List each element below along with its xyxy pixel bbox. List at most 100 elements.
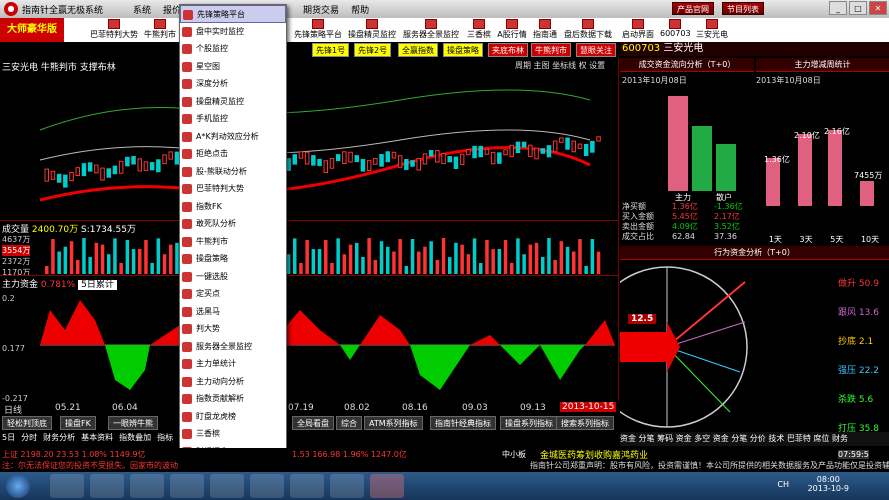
menu-item[interactable]: 一键选股: [180, 268, 286, 286]
menu-item[interactable]: 操盘精灵监控: [180, 93, 286, 111]
menu-item[interactable]: 指数贡献解析: [180, 390, 286, 408]
tab-search[interactable]: 搜索系列指标: [556, 416, 614, 430]
chart-app-icon[interactable]: [330, 474, 364, 498]
flow-panel-title: 成交资金流向分析（T+0）: [620, 58, 754, 72]
bollinger-button[interactable]: 夹底布林: [488, 43, 528, 57]
menu-item-label: 判大势: [196, 324, 220, 333]
menu-item[interactable]: 深度分析: [180, 75, 286, 93]
link-indicators[interactable]: 指标: [157, 432, 173, 443]
media-player-icon[interactable]: [170, 474, 204, 498]
close-icon[interactable]: ✕: [869, 1, 887, 15]
menu-system[interactable]: 系统: [133, 3, 151, 16]
weekly-value: 2.10亿: [794, 131, 820, 140]
menu-item[interactable]: 指数FK: [180, 198, 286, 216]
pioneer1-button[interactable]: 先锋1号: [312, 43, 350, 57]
taskbar-clock[interactable]: 08:00 2013-10-9: [808, 475, 849, 493]
maximize-icon[interactable]: □: [849, 1, 867, 15]
volume-bar: [293, 238, 297, 274]
menu-item-icon: [182, 236, 192, 247]
menu-item[interactable]: 定买点: [180, 285, 286, 303]
menu-item[interactable]: 盘中实时监控: [180, 23, 286, 41]
candle: [366, 160, 372, 172]
date-tick: 09.13: [520, 403, 546, 413]
tab-fk[interactable]: 操盘FK: [60, 416, 96, 430]
toolbar-bull-bear[interactable]: 牛熊判市: [140, 18, 180, 42]
kline-chart-area[interactable]: 三安光电 牛熊判市 支撑布林 周期 主图 坐标线 权 设置 成交量 2400.7…: [0, 58, 619, 403]
language-indicator[interactable]: CH: [777, 480, 789, 489]
tab-classic[interactable]: 指南针经典指标: [430, 416, 496, 430]
menu-item-label: 主力单统计: [196, 359, 236, 368]
toolbar-sprite[interactable]: 操盘精灵监控: [346, 18, 398, 42]
tab-overview[interactable]: 全局看盘: [292, 416, 334, 430]
menu-item[interactable]: 主力动向分析: [180, 373, 286, 391]
candle: [317, 158, 322, 167]
candle: [342, 151, 347, 165]
menu-item[interactable]: 盯盘龙虎榜: [180, 408, 286, 426]
candle: [590, 140, 595, 153]
media-icon[interactable]: [50, 474, 84, 498]
link-intraday[interactable]: 分时: [21, 432, 37, 443]
toolbar-buffett[interactable]: 巴菲特判大势: [90, 18, 138, 42]
link-5day[interactable]: 5日: [2, 432, 15, 443]
menu-item[interactable]: 手机监控: [180, 110, 286, 128]
toolbar-code[interactable]: 600703: [660, 18, 691, 42]
toolbar-server[interactable]: 服务器全景监控: [400, 18, 462, 42]
menu-item[interactable]: 判大势: [180, 320, 286, 338]
ie-icon[interactable]: [90, 474, 124, 498]
tab-trading[interactable]: 操盘系列指标: [500, 416, 558, 430]
menu-help[interactable]: 帮助: [351, 3, 369, 16]
candle: [484, 148, 490, 155]
right-tabs[interactable]: 资金 分笔 筹码 资金 多空 资金 分笔 分价 技术 巴菲特 席位 财务: [620, 432, 889, 446]
toolbar-champagne[interactable]: 三香槟: [464, 18, 494, 42]
menu-item[interactable]: 先锋策略平台: [180, 5, 286, 23]
menu-item[interactable]: 牛熊判市: [180, 233, 286, 251]
network-icon[interactable]: [250, 474, 284, 498]
folder-icon[interactable]: [130, 474, 164, 498]
menu-item[interactable]: A*K判动效应分析: [180, 128, 286, 146]
tab-composite[interactable]: 综合: [336, 416, 362, 430]
menu-item[interactable]: 服务器全景监控: [180, 338, 286, 356]
menu-item[interactable]: 股-熊联动分析: [180, 163, 286, 181]
menu-item[interactable]: 操盘策略: [180, 250, 286, 268]
toolbar-a-shares[interactable]: A股行情: [496, 18, 528, 42]
browser-icon[interactable]: [290, 474, 324, 498]
bull-bear-button[interactable]: 牛熊判市: [531, 43, 571, 57]
volume-bar: [410, 239, 415, 274]
menu-item[interactable]: 选黑马: [180, 303, 286, 321]
menu-item[interactable]: 敢死队分析: [180, 215, 286, 233]
tab-bull-bear[interactable]: 一眼辨牛熊: [108, 416, 158, 430]
toolbar-stock-name[interactable]: 三安光电: [694, 18, 730, 42]
start-icon[interactable]: [6, 474, 30, 498]
program-list-button[interactable]: 节目列表: [722, 2, 764, 15]
toolbar-download[interactable]: 盘后数据下载: [562, 18, 614, 42]
tab-top-bottom[interactable]: 轻松判顶底: [2, 416, 52, 430]
strategy-button[interactable]: 操盘策略: [443, 43, 483, 57]
menu-item[interactable]: 拒绝点击: [180, 145, 286, 163]
title-bar: ● 指南针全赢无极系统 系统 报价 期货交易 帮助 产品官网 节目列表 _ □ …: [0, 0, 889, 18]
toolbar-compass[interactable]: 指南通: [530, 18, 560, 42]
tab-atm[interactable]: ATM系列指标: [364, 416, 423, 430]
music-icon[interactable]: [210, 474, 244, 498]
volume-bar: [485, 239, 489, 274]
menu-item[interactable]: 巴菲特判大势: [180, 180, 286, 198]
watch-button[interactable]: 慧眼关注: [576, 43, 616, 57]
compass-app-icon[interactable]: [370, 474, 404, 498]
link-finance[interactable]: 财务分析: [43, 432, 75, 443]
period-select[interactable]: 5日累计: [78, 280, 117, 290]
menu-item[interactable]: 主力单统计: [180, 355, 286, 373]
menu-futures[interactable]: 期货交易: [303, 3, 339, 16]
menu-item-icon: [182, 254, 192, 264]
menu-item-icon: [182, 201, 192, 212]
menu-item[interactable]: 三香槟: [180, 425, 286, 443]
link-overlay[interactable]: 指数叠加: [119, 432, 151, 443]
menu-item[interactable]: 星空图: [180, 58, 286, 76]
product-site-button[interactable]: 产品官网: [672, 2, 714, 15]
candles: [44, 136, 601, 188]
minimize-icon[interactable]: _: [829, 1, 847, 15]
link-profile[interactable]: 基本资料: [81, 432, 113, 443]
menu-item[interactable]: 个股监控: [180, 40, 286, 58]
quanying-index-button[interactable]: 全赢指数: [398, 43, 438, 57]
toolbar-pioneer[interactable]: 先锋策略平台: [292, 18, 344, 42]
pioneer2-button[interactable]: 先锋2号: [354, 43, 392, 57]
toolbar-startup[interactable]: 启动界面: [620, 18, 656, 42]
